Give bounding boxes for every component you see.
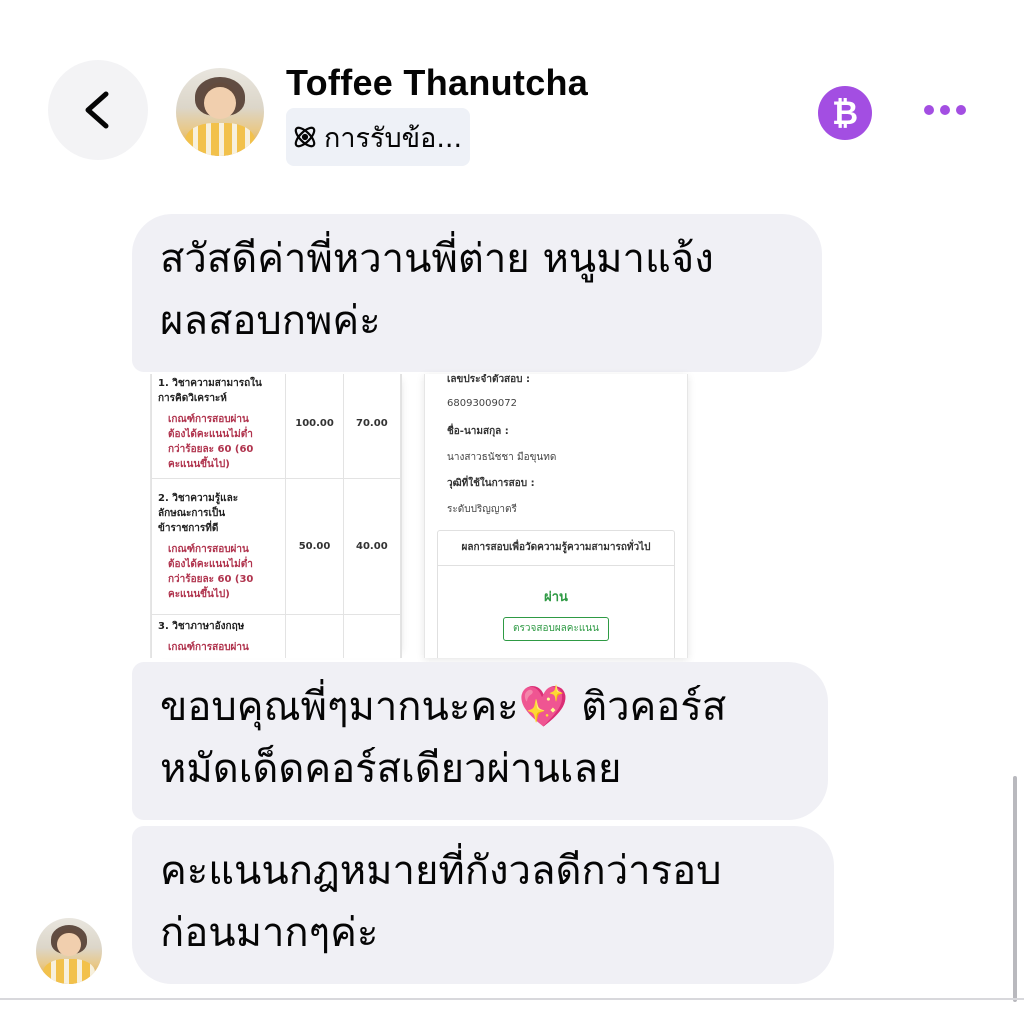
back-button[interactable] <box>48 60 148 160</box>
subject-name: 1. วิชาความสามารถใน การคิดวิเคราะห์ <box>158 377 262 404</box>
message-bubble[interactable]: ขอบคุณพี่ๆมากนะคะ💖 ติวคอร์ส หมัดเด็ดคอร์… <box>132 662 828 820</box>
subject-criteria: เกณฑ์การสอบผ่าน <box>168 642 249 653</box>
contact-avatar[interactable] <box>176 68 264 156</box>
full-name-label: ชื่อ-นามสกุล : <box>447 426 509 437</box>
score: 70.00 <box>342 374 401 479</box>
subject-name: 3. วิชาภาษาอังกฤษ <box>158 621 245 632</box>
result-panel: ผลการสอบเพื่อวัดความรู้ความสามารถทั่วไป … <box>437 530 675 658</box>
full-score: 50.00 <box>285 478 344 615</box>
result-title: ผลการสอบเพื่อวัดความรู้ความสามารถทั่วไป <box>438 531 674 566</box>
message-bubble[interactable]: สวัสดีค่าพี่หวานพี่ต่าย หนูมาแจ้ง ผลสอบก… <box>132 214 822 372</box>
contact-status[interactable]: การรับข้อ... <box>286 108 471 166</box>
status-text: การรับข้อ... <box>324 122 463 154</box>
full-name-value: นางสาวธนัชชา มือขุนทด <box>447 452 557 463</box>
exam-result-image[interactable]: เลขประจำตัวสอบ : 68093009072 ชื่อ-นามสกุ… <box>424 374 688 658</box>
score: 40.00 <box>342 478 401 615</box>
exam-score-table-image[interactable]: 1. วิชาความสามารถใน การคิดวิเคราะห์ เกณฑ… <box>150 374 401 658</box>
check-score-button[interactable]: ตรวจสอบผลคะแนน <box>503 617 609 641</box>
scrollbar[interactable] <box>1013 776 1017 1002</box>
divider <box>0 998 1024 1000</box>
chevron-left-icon <box>85 91 109 129</box>
subject-criteria: เกณฑ์การสอบผ่าน ต้องได้คะแนนไม่ต่ำ กว่าร… <box>168 544 254 600</box>
atom-icon <box>294 126 316 148</box>
score <box>342 614 401 658</box>
subject-name: 2. วิชาความรู้และ ลักษณะการเป็น ข้าราชกา… <box>158 493 239 534</box>
exam-id-label: เลขประจำตัวสอบ : <box>447 374 530 385</box>
bitcoin-icon[interactable]: ₿ <box>818 86 872 140</box>
contact-name[interactable]: Toffee Thanutcha <box>286 62 588 104</box>
full-score: 100.00 <box>285 374 344 479</box>
result-status: ผ่าน <box>544 590 568 605</box>
sender-avatar[interactable] <box>36 918 102 984</box>
exam-id-value: 68093009072 <box>447 398 517 409</box>
message-bubble[interactable]: คะแนนกฎหมายที่กังวลดีกว่ารอบ ก่อนมากๆค่ะ <box>132 826 834 984</box>
more-dots-icon[interactable] <box>924 98 972 122</box>
full-score <box>285 614 344 658</box>
degree-value: ระดับปริญญาตรี <box>447 504 517 515</box>
subject-criteria: เกณฑ์การสอบผ่าน ต้องได้คะแนนไม่ต่ำ กว่าร… <box>168 413 254 470</box>
degree-label: วุฒิที่ใช้ในการสอบ : <box>447 478 535 489</box>
